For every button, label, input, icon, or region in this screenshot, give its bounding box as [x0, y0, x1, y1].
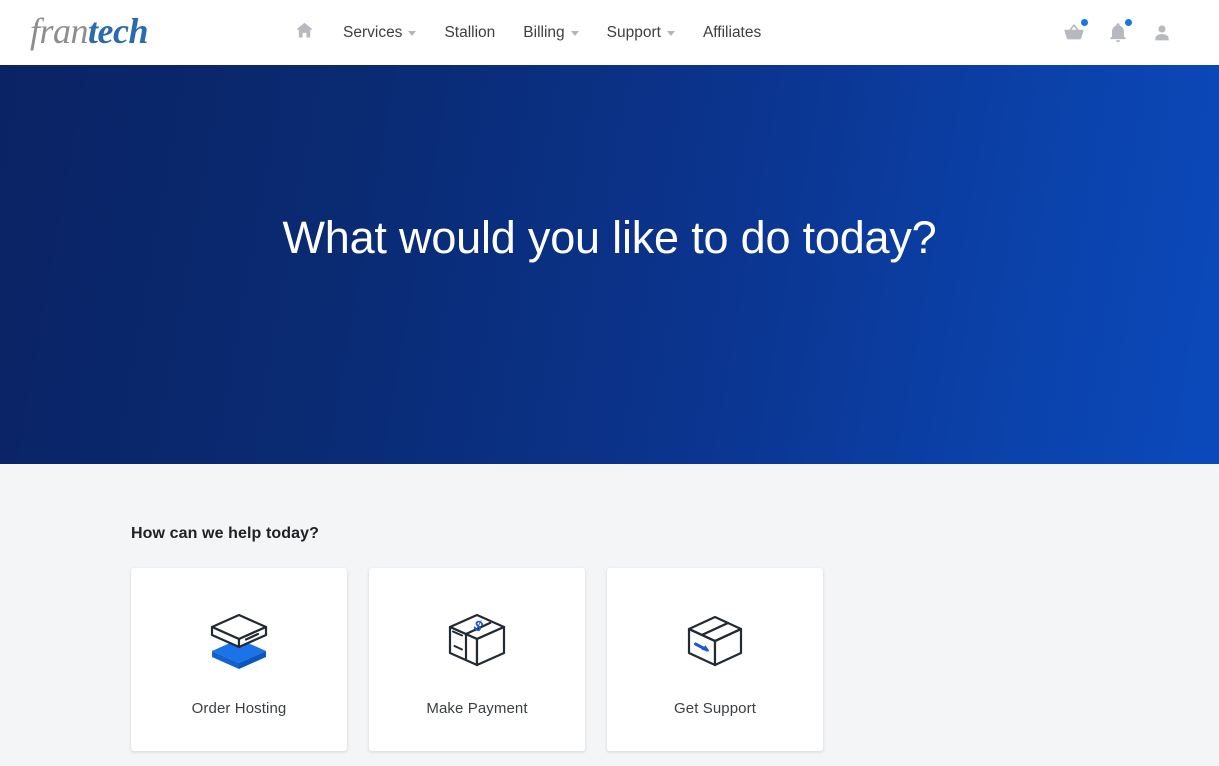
home-icon [294, 20, 315, 46]
brand-logo-part2: tech [88, 10, 148, 51]
notifications-button[interactable] [1103, 18, 1133, 48]
main-content: How can we help today? Order Hosting $ M… [0, 464, 1219, 766]
user-account-icon [1155, 24, 1169, 40]
brand-logo-part1: fran [30, 10, 89, 51]
nav-item-affiliates[interactable]: Affiliates [689, 0, 775, 65]
header-actions [1059, 18, 1177, 48]
brand-logo[interactable]: frantech [30, 13, 148, 53]
shopping-basket-badge [1081, 18, 1088, 26]
nav-item-support-label: Support [606, 23, 661, 41]
box-dollar-isometric-icon: $ [448, 613, 506, 667]
server-stack-isometric-icon [210, 613, 268, 669]
card-order-hosting[interactable]: Order Hosting [131, 568, 347, 751]
quick-action-card-row: Order Hosting $ Make Payment Get Support [131, 568, 1088, 751]
card-get-support-label: Get Support [674, 700, 756, 717]
shopping-basket-button[interactable] [1059, 18, 1089, 48]
primary-navigation: Services Stallion Billing Support Affili… [284, 0, 775, 65]
hero-banner: What would you like to do today? [0, 65, 1219, 464]
card-order-hosting-label: Order Hosting [191, 700, 287, 717]
chevron-down-icon [570, 31, 579, 36]
chevron-down-icon [408, 31, 417, 36]
site-header: frantech Services Stallion Billing Suppo… [0, 0, 1219, 65]
nav-item-affiliates-label: Affiliates [702, 23, 762, 41]
nav-item-services-label: Services [343, 23, 403, 41]
card-make-payment[interactable]: $ Make Payment [369, 568, 585, 751]
open-box-arrow-isometric-icon [687, 615, 743, 667]
nav-item-stallion-label: Stallion [444, 23, 496, 41]
nav-item-services[interactable]: Services [329, 0, 430, 65]
notifications-badge [1125, 18, 1132, 26]
nav-item-billing[interactable]: Billing [509, 0, 592, 65]
section-title-help: How can we help today? [131, 525, 320, 542]
card-make-payment-label: Make Payment [426, 700, 528, 717]
nav-item-support[interactable]: Support [593, 0, 689, 65]
nav-item-stallion[interactable]: Stallion [430, 0, 509, 65]
chevron-down-icon [666, 31, 675, 36]
nav-item-home[interactable] [284, 0, 325, 65]
card-order-hosting-icon-wrap [204, 610, 274, 674]
hero-title: What would you like to do today? [282, 212, 937, 263]
card-get-support-icon-wrap [680, 610, 750, 674]
user-account-button[interactable] [1147, 18, 1177, 48]
nav-item-billing-label: Billing [523, 23, 565, 41]
content-container: How can we help today? Order Hosting $ M… [0, 464, 1219, 751]
card-make-payment-icon-wrap: $ [442, 610, 512, 674]
card-get-support[interactable]: Get Support [607, 568, 823, 751]
